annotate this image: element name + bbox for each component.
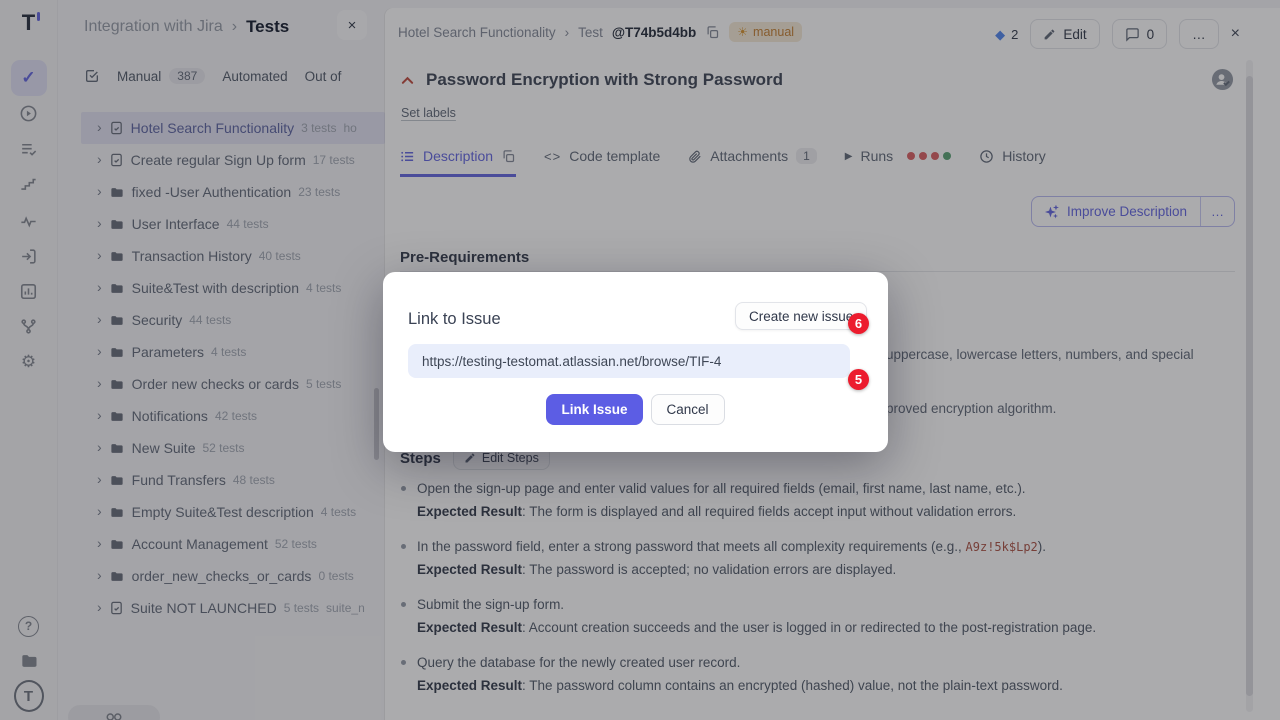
cancel-button[interactable]: Cancel [651,394,725,425]
issue-url-input[interactable] [408,344,850,378]
link-issue-button[interactable]: Link Issue [546,394,642,425]
annotation-badge-5: 5 [848,369,869,390]
link-to-issue-modal: Link to Issue Create new issue 6 5 Link … [383,272,888,452]
annotation-badge-6: 6 [848,313,869,334]
app-window: T ✓ ⚙ ? T Integration with [0,0,1280,720]
modal-title: Link to Issue [408,310,501,329]
modal-buttons: Link Issue Cancel [383,394,888,425]
